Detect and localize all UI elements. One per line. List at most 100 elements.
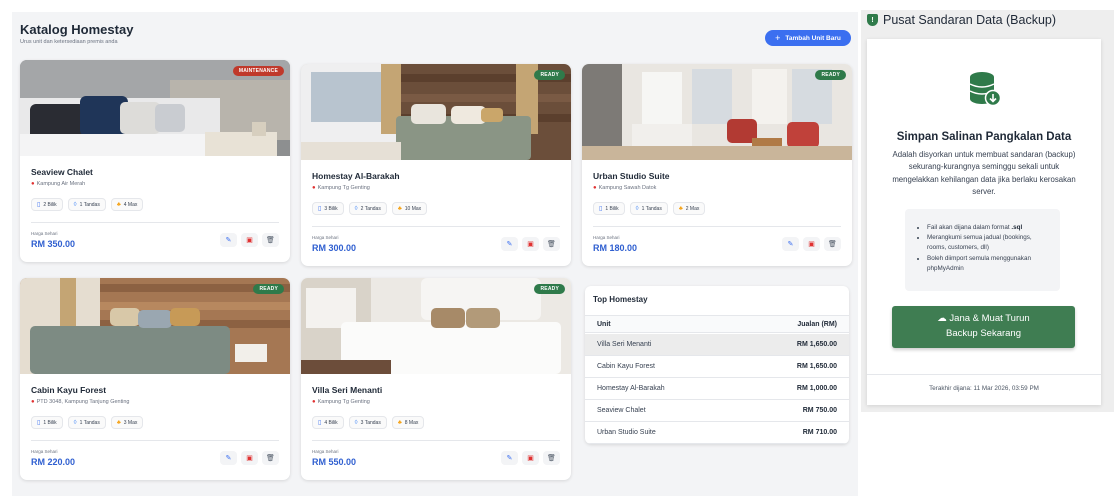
rooms-text: 2 Bilik bbox=[43, 201, 57, 208]
map-pin-icon: ● bbox=[312, 185, 316, 191]
row-unit: Urban Studio Suite bbox=[597, 428, 656, 436]
baths-chip: ◊ 1 Tandas bbox=[67, 198, 106, 211]
trash-icon[interactable]: 🗑 bbox=[262, 451, 279, 465]
map-pin-icon: ● bbox=[593, 185, 597, 191]
guests-text: 3 Max bbox=[123, 419, 138, 426]
status-badge: READY bbox=[253, 284, 284, 294]
status-badge: READY bbox=[534, 70, 565, 80]
unit-name: Villa Seri Menanti bbox=[312, 385, 383, 395]
unit-features: ▯ 3 Bilik ◊ 2 Tandas ♣ 10 Max bbox=[312, 202, 428, 215]
unit-features: ▯ 2 Bilik ◊ 1 Tandas ♣ 4 Max bbox=[31, 198, 144, 211]
unit-card[interactable]: READY Urban Studio Suite ● Kampung Sawah… bbox=[582, 64, 852, 266]
info-item: Merangkumi semua jadual (bookings, rooms… bbox=[927, 233, 1052, 253]
add-unit-button[interactable]: + Tambah Unit Baru bbox=[765, 30, 851, 46]
unit-card[interactable]: READY Villa Seri Menanti ● Kampung Tg Ge… bbox=[301, 278, 571, 480]
edit-icon[interactable]: ✎ bbox=[782, 237, 799, 251]
bed-icon: ▯ bbox=[318, 420, 322, 426]
map-pin-icon: ● bbox=[31, 181, 35, 187]
table-header: Unit Jualan (RM) bbox=[585, 315, 849, 333]
table-row[interactable]: Urban Studio Suite RM 710.00 bbox=[585, 422, 849, 444]
unit-price: RM 220.00 bbox=[31, 457, 76, 467]
unit-price: RM 300.00 bbox=[312, 243, 357, 253]
rooms-chip: ▯ 1 Bilik bbox=[593, 202, 625, 215]
table-row[interactable]: Villa Seri Menanti RM 1,650.00 bbox=[585, 334, 849, 356]
calendar-icon[interactable]: ▣ bbox=[241, 233, 258, 247]
rooms-chip: ▯ 3 Bilik bbox=[312, 202, 344, 215]
plus-icon: + bbox=[775, 33, 781, 43]
card-divider bbox=[312, 226, 560, 227]
table-row[interactable]: Homestay Al-Barakah RM 1,000.00 bbox=[585, 378, 849, 400]
column-unit: Unit bbox=[597, 320, 611, 328]
trash-icon[interactable]: 🗑 bbox=[543, 451, 560, 465]
trash-icon[interactable]: 🗑 bbox=[824, 237, 841, 251]
unit-features: ▯ 1 Bilik ◊ 1 Tandas ♣ 2 Max bbox=[593, 202, 706, 215]
card-actions: ✎ ▣ 🗑 bbox=[220, 233, 279, 247]
guests-chip: ♣ 10 Max bbox=[391, 202, 428, 215]
trash-icon[interactable]: 🗑 bbox=[543, 237, 560, 251]
table-row[interactable]: Cabin Kayu Forest RM 1,650.00 bbox=[585, 356, 849, 378]
table-row[interactable]: Seaview Chalet RM 750.00 bbox=[585, 400, 849, 422]
calendar-icon[interactable]: ▣ bbox=[522, 237, 539, 251]
unit-location: ● Kampung Air Merah bbox=[31, 181, 85, 187]
top-homestay-title: Top Homestay bbox=[593, 295, 648, 304]
location-text: Kampung Tg Genting bbox=[317, 185, 370, 191]
backup-button-line2: Backup Sekarang bbox=[946, 328, 1021, 339]
rooms-text: 1 Bilik bbox=[43, 419, 57, 426]
edit-icon[interactable]: ✎ bbox=[501, 237, 518, 251]
card-actions: ✎ ▣ 🗑 bbox=[220, 451, 279, 465]
map-pin-icon: ● bbox=[312, 399, 316, 405]
row-sales: RM 750.00 bbox=[802, 406, 837, 414]
unit-photo bbox=[20, 278, 290, 374]
edit-icon[interactable]: ✎ bbox=[220, 233, 237, 247]
baths-text: 1 Tandas bbox=[641, 205, 662, 212]
backup-button-line1: Jana & Muat Turun bbox=[949, 313, 1030, 324]
backup-divider bbox=[867, 374, 1101, 375]
people-icon: ♣ bbox=[678, 205, 683, 212]
catalog-panel: Katalog Homestay Urus unit dan ketersedi… bbox=[12, 12, 858, 496]
map-pin-icon: ● bbox=[31, 399, 35, 405]
unit-price: RM 180.00 bbox=[593, 243, 638, 253]
unit-features: ▯ 1 Bilik ◊ 1 Tandas ♣ 3 Max bbox=[31, 416, 144, 429]
card-actions: ✎ ▣ 🗑 bbox=[782, 237, 841, 251]
trash-icon[interactable]: 🗑 bbox=[262, 233, 279, 247]
people-icon: ♣ bbox=[397, 419, 402, 426]
row-sales: RM 1,650.00 bbox=[796, 362, 837, 370]
calendar-icon[interactable]: ▣ bbox=[803, 237, 820, 251]
backup-info-box: Fail akan dijana dalam format .sql Meran… bbox=[905, 209, 1060, 291]
format-text: .sql bbox=[1011, 224, 1023, 231]
unit-name: Seaview Chalet bbox=[31, 167, 93, 177]
unit-card[interactable]: READY Homestay Al-Barakah ● Kampung Tg G… bbox=[301, 64, 571, 266]
card-divider bbox=[593, 226, 841, 227]
guests-chip: ♣ 3 Max bbox=[110, 416, 144, 429]
guests-text: 2 Max bbox=[685, 205, 700, 212]
price-label: Harga Sehari bbox=[593, 235, 620, 240]
calendar-icon[interactable]: ▣ bbox=[241, 451, 258, 465]
price-label: Harga Sehari bbox=[312, 235, 339, 240]
droplet-icon: ◊ bbox=[354, 419, 358, 426]
row-unit: Seaview Chalet bbox=[597, 406, 646, 414]
unit-card[interactable]: MAINTENANCE Seaview Chalet ● Kampung Air… bbox=[20, 60, 290, 262]
unit-features: ▯ 4 Bilik ◊ 3 Tandas ♣ 8 Max bbox=[312, 416, 425, 429]
card-divider bbox=[31, 440, 279, 441]
baths-text: 1 Tandas bbox=[79, 419, 100, 426]
baths-text: 3 Tandas bbox=[360, 419, 381, 426]
guests-chip: ♣ 8 Max bbox=[391, 416, 425, 429]
shield-icon: ! bbox=[867, 14, 878, 26]
calendar-icon[interactable]: ▣ bbox=[522, 451, 539, 465]
people-icon: ♣ bbox=[116, 201, 121, 208]
generate-backup-button[interactable]: ☁ Jana & Muat Turun Backup Sekarang bbox=[892, 306, 1075, 348]
unit-price: RM 350.00 bbox=[31, 239, 76, 249]
unit-location: ● Kampung Tg Genting bbox=[312, 399, 370, 405]
edit-icon[interactable]: ✎ bbox=[501, 451, 518, 465]
guests-chip: ♣ 4 Max bbox=[110, 198, 144, 211]
price-label: Harga Sehari bbox=[312, 449, 339, 454]
location-text: Kampung Tg Genting bbox=[317, 399, 370, 405]
unit-card[interactable]: READY Cabin Kayu Forest ● PTD 3048, Kamp… bbox=[20, 278, 290, 480]
row-sales: RM 710.00 bbox=[802, 428, 837, 436]
row-sales: RM 1,650.00 bbox=[796, 340, 837, 348]
edit-icon[interactable]: ✎ bbox=[220, 451, 237, 465]
droplet-icon: ◊ bbox=[635, 205, 639, 212]
backup-card: Simpan Salinan Pangkalan Data Adalah dis… bbox=[867, 39, 1101, 405]
unit-name: Urban Studio Suite bbox=[593, 171, 670, 181]
card-actions: ✎ ▣ 🗑 bbox=[501, 451, 560, 465]
